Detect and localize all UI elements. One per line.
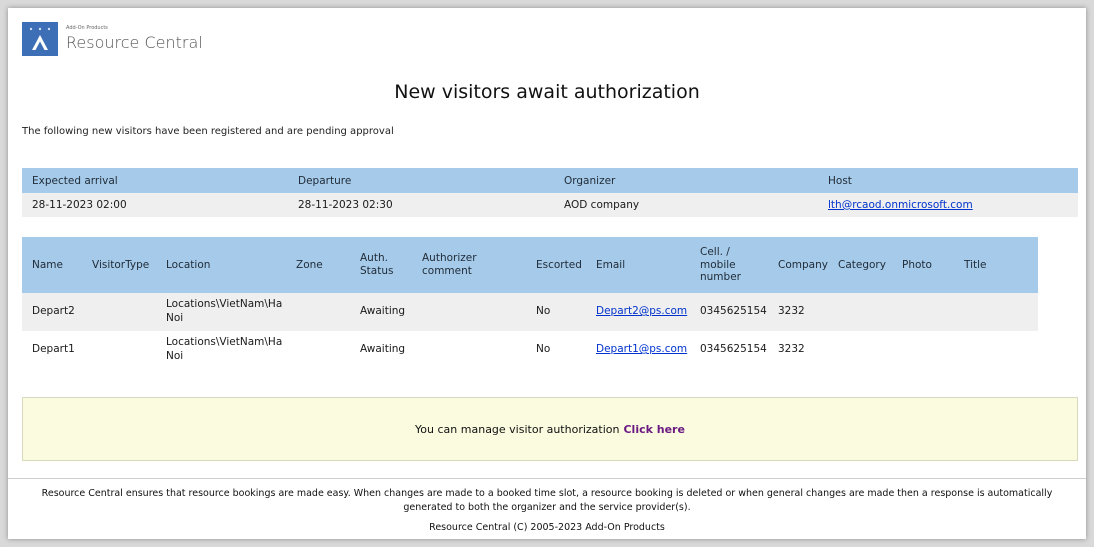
notice-text: You can manage visitor authorization [415,422,620,436]
visitor-mobile: 0345625154 [700,343,767,356]
header-visitor-type: VisitorType [82,237,156,293]
header-name: Name [22,237,82,293]
expected-arrival-value: 28-11-2023 02:00 [22,193,288,217]
page-title: New visitors await authorization [394,81,700,103]
visitor-email-link[interactable]: Depart1@ps.com [596,343,687,355]
authorization-notice: You can manage visitor authorization Cli… [22,397,1078,461]
visitor-email-cell: Depart1@ps.com [586,331,690,369]
header-category: Category [828,237,892,293]
visitor-zone [286,331,350,369]
header-company: Company [768,237,828,293]
visitor-type [82,293,156,331]
visitor-photo [892,293,954,331]
header-mobile-number: Cell. / mobile number [690,237,768,293]
organizer-value: AOD company [554,193,818,217]
header-expected-arrival: Expected arrival [22,168,288,193]
email-window: Add-On Products Resource Central New vis… [8,8,1086,539]
visitor-auth-status: Awaiting [360,343,406,356]
visitor-email-cell: Depart2@ps.com [586,293,690,331]
visitor-authorizer-comment [412,293,526,331]
departure-value: 28-11-2023 02:30 [288,193,554,217]
visitor-location: Locations\VietNam\Ha Noi [166,336,283,362]
visitor-escorted: No [536,343,551,356]
visitor-company: 3232 [778,343,805,356]
summary-header-row: Expected arrival Departure Organizer Hos… [22,168,1078,193]
visitor-name: Depart2 [22,293,82,331]
table-row: Depart1 Locations\VietNam\Ha Noi Awaitin… [22,331,1038,369]
header-escorted: Escorted [526,237,586,293]
visitor-name: Depart1 [32,343,75,356]
summary-row: 28-11-2023 02:00 28-11-2023 02:30 AOD co… [22,193,1078,217]
header-zone: Zone [286,237,350,293]
header-authorizer-comment: Authorizer comment [412,237,526,293]
visitor-location: Locations\VietNam\Ha Noi [156,293,286,331]
header-organizer: Organizer [554,168,818,193]
visitor-type [82,331,156,369]
header-title: Title [954,237,1038,293]
booking-summary-table: Expected arrival Departure Organizer Hos… [22,168,1078,217]
resource-central-logo-icon [22,22,58,56]
visitor-auth-status: Awaiting [350,293,412,331]
visitor-zone [286,293,350,331]
header-auth-status: Auth. Status [350,237,412,293]
visitors-table: Name VisitorType Location Zone Auth. Sta… [22,237,1038,369]
host-email-link[interactable]: lth@rcaod.onmicrosoft.com [828,199,973,211]
header-photo: Photo [892,237,954,293]
table-row: Depart2 Locations\VietNam\Ha Noi Awaitin… [22,293,1038,331]
header-location: Location [156,237,286,293]
footer: Resource Central ensures that resource b… [8,487,1086,535]
visitor-photo [892,331,954,369]
visitor-company: 3232 [768,293,828,331]
visitor-escorted: No [526,293,586,331]
header-departure: Departure [288,168,554,193]
visitor-category [828,293,892,331]
host-cell: lth@rcaod.onmicrosoft.com [818,193,1078,217]
visitor-category [828,331,892,369]
brand-name: Resource Central [66,33,203,52]
header-host: Host [818,168,1078,193]
visitors-header-row: Name VisitorType Location Zone Auth. Sta… [22,237,1038,293]
visitor-mobile: 0345625154 [690,293,768,331]
footer-description: Resource Central ensures that resource b… [41,488,1053,513]
visitor-email-link[interactable]: Depart2@ps.com [596,305,687,317]
email-card: Add-On Products Resource Central New vis… [8,8,1086,479]
visitor-title [954,293,1038,331]
visitor-authorizer-comment [412,331,526,369]
footer-copyright: Resource Central (C) 2005-2023 Add-On Pr… [429,522,665,533]
header-email: Email [586,237,690,293]
brand-small-text: Add-On Products [66,25,108,31]
intro-text: The following new visitors have been reg… [22,126,394,137]
manage-authorization-link[interactable]: Click here [623,423,684,436]
visitor-title [954,331,1038,369]
